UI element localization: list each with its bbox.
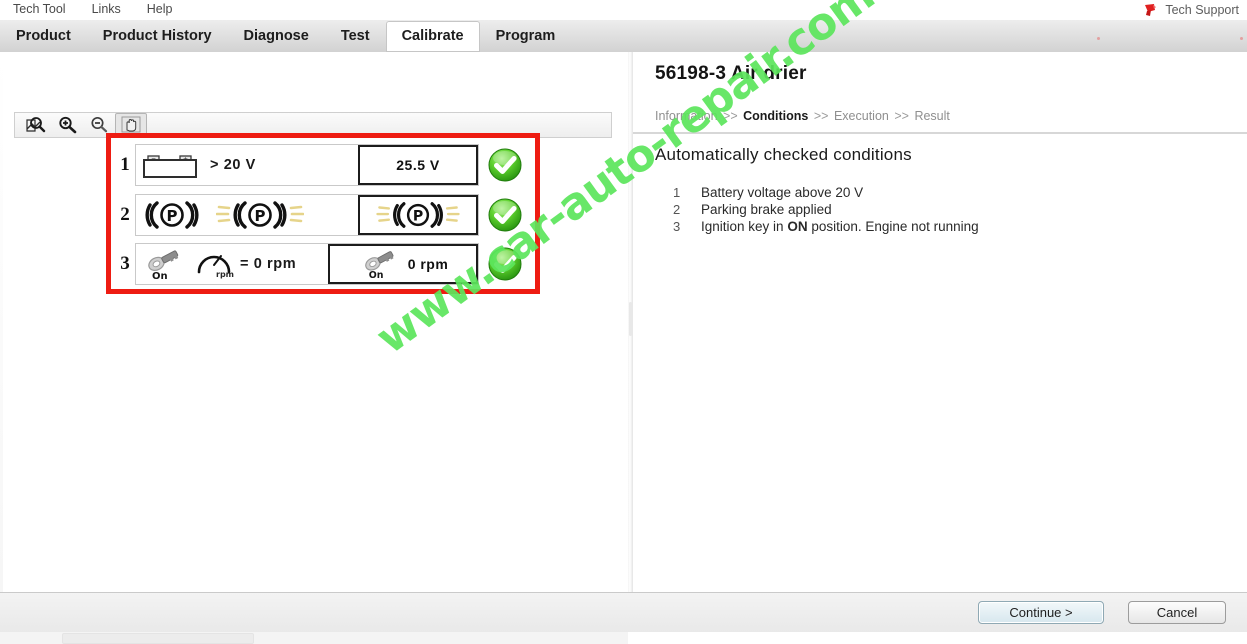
breadcrumb-item-conditions[interactable]: Conditions xyxy=(743,109,808,123)
condition-text: Ignition key in ON position. Engine not … xyxy=(701,219,979,234)
svg-text:On: On xyxy=(368,270,383,281)
tab-strip-marker-icon xyxy=(1097,37,1100,40)
breadcrumb-separator-3: >> xyxy=(894,109,909,123)
menu-item-help[interactable]: Help xyxy=(134,0,186,20)
zoom-in-icon[interactable] xyxy=(51,113,83,137)
section-title: Automatically checked conditions xyxy=(655,145,912,164)
condition-row-2-requirement: P P xyxy=(136,195,358,235)
svg-text:rpm: rpm xyxy=(216,270,234,279)
list-item: 3 Ignition key in ON position. Engine no… xyxy=(673,219,1213,236)
breadcrumb-item-execution[interactable]: Execution xyxy=(834,109,889,123)
conditions-graphic-panel: 1 − + xyxy=(106,133,540,294)
tachometer-icon: rpm xyxy=(194,247,234,281)
condition-row-3: 3 On rpm = 0 rpm On 0 rpm xyxy=(115,243,531,285)
list-item: 2 Parking brake applied xyxy=(673,202,1213,219)
ignition-key-on-measured-icon: On xyxy=(358,247,404,281)
condition-row-2: 2 P P P xyxy=(115,193,531,236)
condition-row-1-requirement-text: > 20 V xyxy=(210,157,256,173)
breadcrumb: Information >> Conditions >> Execution >… xyxy=(655,109,950,123)
conditions-list: 1 Battery voltage above 20 V 2 Parking b… xyxy=(673,185,1213,236)
tab-strip-marker-right-icon xyxy=(1240,37,1243,40)
condition-row-3-requirement-text: = 0 rpm xyxy=(240,256,297,272)
graphic-horizontal-scrollbar[interactable] xyxy=(0,630,628,644)
condition-row-1-requirement: − + > 20 V xyxy=(136,145,358,185)
graphic-viewer-pane: 1 − + xyxy=(0,52,628,644)
parking-brake-icon: P xyxy=(142,198,202,232)
footer-bar: Continue > Cancel xyxy=(0,592,1247,632)
pane-splitter-grip[interactable] xyxy=(629,302,632,336)
condition-text-before: Ignition key in xyxy=(701,219,788,234)
condition-row-3-measured-text: 0 rpm xyxy=(407,256,449,272)
list-item: 1 Battery voltage above 20 V xyxy=(673,185,1213,202)
instruction-pane: 56198-3 Air drier Information >> Conditi… xyxy=(633,52,1247,592)
condition-row-3-index: 3 xyxy=(120,253,130,274)
condition-row-3-requirement: On rpm = 0 rpm xyxy=(136,244,328,284)
main-tab-strip: Product Product History Diagnose Test Ca… xyxy=(0,20,1247,53)
breadcrumb-item-information[interactable]: Information xyxy=(655,109,718,123)
parking-brake-lit-measured-icon: P xyxy=(363,199,473,231)
condition-row-1-status-ok-icon xyxy=(479,144,531,186)
condition-number: 2 xyxy=(673,202,681,217)
breadcrumb-separator-1: >> xyxy=(723,109,738,123)
condition-row-1-measured: 25.5 V xyxy=(358,145,478,185)
condition-text: Battery voltage above 20 V xyxy=(701,185,864,200)
condition-row-1-box: − + > 20 V 25.5 V xyxy=(135,144,479,186)
tab-program[interactable]: Program xyxy=(480,21,572,52)
condition-row-2-box: P P P xyxy=(135,193,479,236)
tab-diagnose[interactable]: Diagnose xyxy=(228,21,325,52)
svg-text:P: P xyxy=(167,207,178,225)
condition-row-1-measured-text: 25.5 V xyxy=(396,157,440,173)
condition-row-2-status-ok-icon xyxy=(479,194,531,236)
tab-product[interactable]: Product xyxy=(0,21,87,52)
menu-bar: Tech Tool Links Help Tech Support xyxy=(0,0,1247,20)
svg-text:On: On xyxy=(152,271,168,282)
condition-row-1-index: 1 xyxy=(120,154,130,175)
svg-text:P: P xyxy=(413,208,423,224)
condition-text-emphasis: ON xyxy=(787,219,808,234)
page-title: 56198-3 Air drier xyxy=(655,63,807,84)
tech-support-button[interactable]: Tech Support xyxy=(1142,3,1247,18)
condition-row-2-index: 2 xyxy=(120,203,130,225)
condition-row-3-measured: On 0 rpm xyxy=(328,244,478,284)
zoom-fit-icon[interactable] xyxy=(19,113,51,137)
condition-row-3-status-ok-icon xyxy=(479,243,531,285)
condition-text-after: position. Engine not running xyxy=(807,219,979,234)
condition-number: 1 xyxy=(673,185,681,200)
pane-left-edge xyxy=(0,52,3,592)
condition-row-3-box: On rpm = 0 rpm On 0 rpm xyxy=(135,243,479,285)
conditions-graphic-rows: 1 − + xyxy=(115,141,531,288)
menu-item-tech-tool[interactable]: Tech Tool xyxy=(0,0,79,20)
ignition-key-on-icon: On xyxy=(142,246,188,282)
continue-button[interactable]: Continue > xyxy=(978,601,1104,624)
parking-brake-lit-icon: P xyxy=(216,198,304,232)
condition-row-2-measured: P xyxy=(358,194,478,235)
battery-icon: − + xyxy=(142,149,202,181)
breadcrumb-item-result[interactable]: Result xyxy=(914,109,949,123)
graphic-scrollbar-thumb[interactable] xyxy=(62,633,254,644)
breadcrumb-divider xyxy=(633,132,1247,134)
tab-product-history[interactable]: Product History xyxy=(87,21,228,52)
tab-test[interactable]: Test xyxy=(325,21,386,52)
svg-text:P: P xyxy=(255,207,266,225)
condition-number: 3 xyxy=(673,219,681,234)
tech-support-icon xyxy=(1142,3,1158,18)
tech-support-label: Tech Support xyxy=(1165,3,1239,17)
tab-calibrate[interactable]: Calibrate xyxy=(385,21,480,52)
condition-row-1: 1 − + xyxy=(115,144,531,186)
content-area: 1 − + xyxy=(0,52,1247,644)
breadcrumb-separator-2: >> xyxy=(813,109,829,123)
condition-text: Parking brake applied xyxy=(701,202,832,217)
menu-item-links[interactable]: Links xyxy=(79,0,134,20)
cancel-button[interactable]: Cancel xyxy=(1128,601,1226,624)
